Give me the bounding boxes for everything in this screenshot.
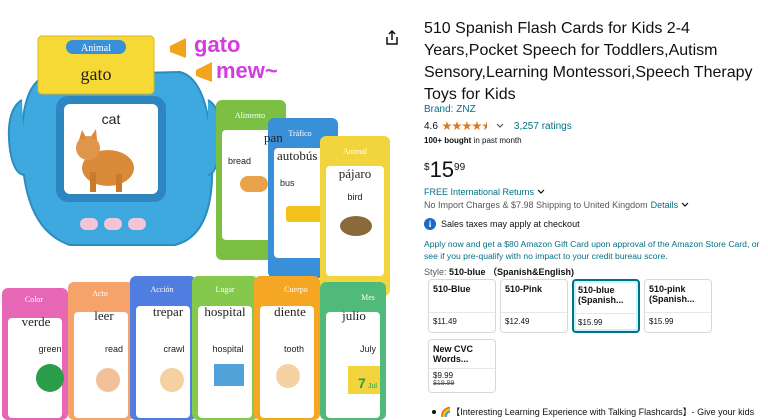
svg-text:hospital: hospital	[204, 304, 246, 319]
svg-text:Alimento: Alimento	[235, 111, 265, 120]
price: $ 15 99	[424, 157, 466, 182]
svg-text:Mes: Mes	[361, 293, 375, 302]
svg-text:read: read	[105, 344, 123, 354]
bullet-dot-icon	[432, 409, 436, 414]
product-details: 510 Spanish Flash Cards for Kids 2-4 Yea…	[424, 0, 764, 420]
svg-text:tooth: tooth	[284, 344, 304, 354]
svg-text:julio: julio	[341, 308, 366, 323]
store-card-offer-link[interactable]: Apply now and get a $80 Amazon Gift Card…	[424, 238, 764, 262]
tax-notice: i Sales taxes may apply at checkout	[424, 218, 580, 230]
svg-text:July: July	[360, 344, 377, 354]
svg-text:pan: pan	[264, 130, 283, 145]
svg-text:verde: verde	[22, 314, 51, 329]
svg-text:trepar: trepar	[153, 304, 184, 319]
svg-text:pájaro: pájaro	[339, 166, 371, 181]
brand-link[interactable]: Brand: ZNZ	[424, 104, 476, 115]
svg-text:Lugar: Lugar	[215, 285, 234, 294]
feature-bullet: 🌈【Interesting Learning Experience with T…	[432, 405, 754, 418]
returns-link[interactable]: FREE International Returns	[424, 187, 545, 197]
shipping-info: No Import Charges & $7.98 Shipping to Un…	[424, 200, 689, 210]
svg-text:7: 7	[358, 375, 366, 391]
product-illustration: gato mew~ Animal gato cat Alimento pan b…	[2, 32, 390, 420]
screen-word: cat	[102, 111, 121, 127]
product-image[interactable]: gato mew~ Animal gato cat Alimento pan b…	[0, 0, 410, 420]
rating-value: 4.6	[424, 120, 438, 132]
chevron-down-icon	[681, 202, 689, 207]
svg-text:autobús: autobús	[277, 148, 317, 163]
svg-text:Acto: Acto	[92, 289, 108, 298]
ratings-count-link[interactable]: 3,257 ratings	[514, 121, 572, 132]
rating-row: 4.6 3,257 ratings	[424, 120, 572, 132]
card-stack-animal	[320, 136, 390, 296]
svg-text:diente: diente	[274, 304, 306, 319]
gato-bubble: gato	[194, 32, 240, 57]
option-510-pink-spanish[interactable]: 510-pink (Spanish... $15.99	[644, 279, 712, 333]
bought-count: 100+ bought in past month	[424, 136, 522, 145]
svg-text:Color: Color	[25, 295, 44, 304]
svg-text:leer: leer	[94, 308, 114, 323]
svg-text:Jul: Jul	[368, 383, 377, 390]
svg-text:crawl: crawl	[163, 344, 184, 354]
option-510-blue-spanish[interactable]: 510-blue (Spanish... $15.99	[572, 279, 640, 333]
svg-text:bird: bird	[347, 192, 362, 202]
option-510-blue[interactable]: 510-Blue $11.49	[428, 279, 496, 333]
share-icon[interactable]	[384, 29, 400, 46]
chevron-down-icon	[537, 189, 545, 194]
card-top-word: gato	[81, 64, 112, 84]
svg-text:hospital: hospital	[212, 344, 243, 354]
chevron-down-icon[interactable]	[496, 122, 504, 130]
svg-text:Animal: Animal	[343, 147, 368, 156]
svg-text:bus: bus	[280, 178, 295, 188]
svg-text:green: green	[38, 344, 61, 354]
details-link[interactable]: Details	[651, 200, 679, 210]
mew-bubble: mew~	[216, 58, 278, 83]
option-510-pink[interactable]: 510-Pink $12.49	[500, 279, 568, 333]
talking-device	[7, 35, 223, 246]
svg-text:Tráfico: Tráfico	[288, 129, 311, 138]
info-icon: i	[424, 218, 436, 230]
option-new-cvc-words[interactable]: New CVC Words... $9.99 $19.99	[428, 339, 496, 393]
card-top-category: Animal	[81, 43, 111, 54]
svg-text:Acción: Acción	[150, 285, 173, 294]
style-label: Style: 510-blue （Spanish&English)	[424, 267, 575, 277]
svg-text:bread: bread	[228, 156, 251, 166]
product-title: 510 Spanish Flash Cards for Kids 2-4 Yea…	[424, 20, 753, 103]
svg-text:Cuerpo: Cuerpo	[284, 285, 308, 294]
star-rating-icon[interactable]	[442, 121, 492, 131]
